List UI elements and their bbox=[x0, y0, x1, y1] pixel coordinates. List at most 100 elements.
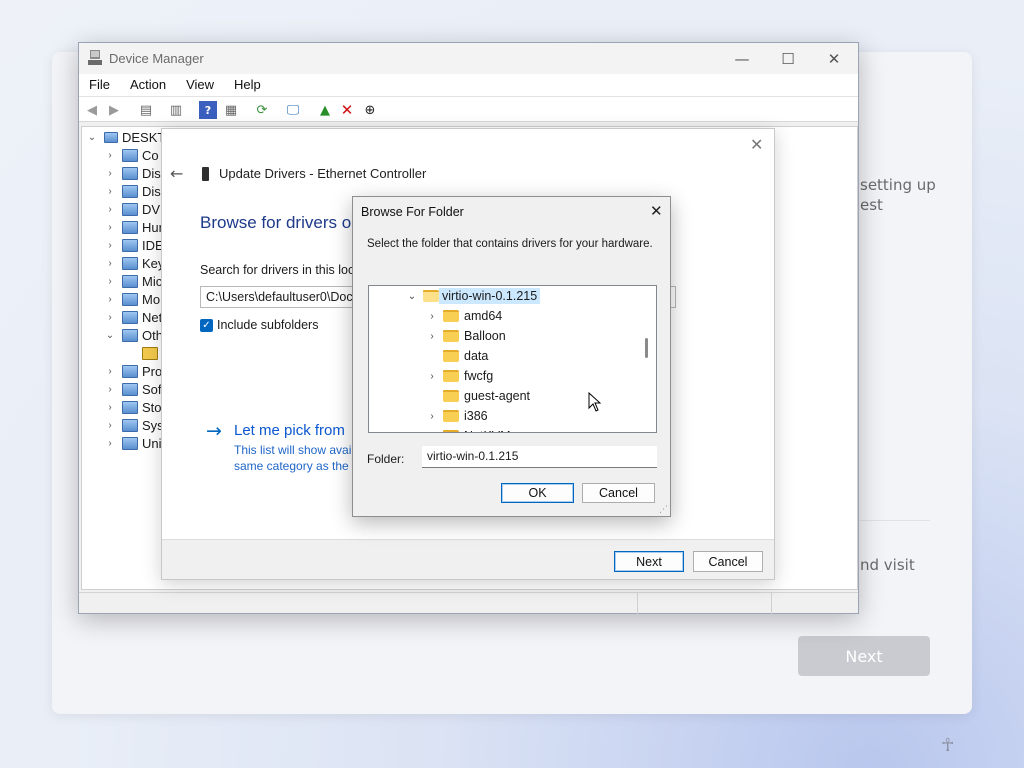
chevron-right-icon[interactable]: › bbox=[104, 186, 116, 197]
chevron-right-icon[interactable]: › bbox=[425, 411, 439, 422]
include-subfolders-checkbox[interactable]: ✓ bbox=[200, 319, 213, 332]
scan-hardware-icon[interactable]: 🖵 bbox=[284, 101, 302, 119]
close-icon[interactable]: ✕ bbox=[750, 135, 763, 154]
menu-bar: File Action View Help bbox=[79, 74, 858, 96]
folder-name: fwcfg bbox=[464, 369, 494, 383]
folder-tree[interactable]: ⌄ virtio-win-0.1.215 › amd64 › Balloon data › fw… bbox=[368, 285, 657, 433]
device-manager-titlebar[interactable]: Device Manager — ☐ ✕ bbox=[79, 43, 858, 74]
folder-item[interactable]: › amd64 bbox=[425, 306, 502, 326]
chevron-right-icon[interactable]: › bbox=[104, 168, 116, 179]
menu-view[interactable]: View bbox=[176, 74, 224, 96]
tree-item[interactable]: › Net bbox=[104, 308, 162, 326]
update-driver-icon[interactable]: ⟳ bbox=[253, 101, 271, 119]
scrollbar-thumb[interactable] bbox=[645, 338, 648, 358]
chevron-right-icon[interactable]: › bbox=[104, 384, 116, 395]
folder-item[interactable]: guest-agent bbox=[425, 386, 530, 406]
close-button[interactable]: ✕ bbox=[811, 43, 857, 74]
menu-help[interactable]: Help bbox=[224, 74, 271, 96]
folder-name: NetKVM bbox=[464, 429, 511, 432]
folder-icon bbox=[443, 350, 459, 362]
properties-icon[interactable]: ▤ bbox=[137, 101, 155, 119]
tree-item[interactable]: ⌄ Oth bbox=[104, 326, 163, 344]
folder-icon bbox=[443, 310, 459, 322]
device-category-icon bbox=[122, 256, 138, 270]
device-category-icon bbox=[122, 202, 138, 216]
folder-item[interactable]: › Balloon bbox=[425, 326, 506, 346]
folder-name: i386 bbox=[464, 409, 488, 423]
folder-item[interactable]: ⌄ virtio-win-0.1.215 bbox=[405, 286, 541, 306]
tree-item-label: Mo bbox=[142, 291, 161, 307]
chevron-right-icon[interactable]: › bbox=[104, 204, 116, 215]
toolbar: ◀ ▶ ▤ ▥ ? ▦ ⟳ 🖵 ▲ ✕ ⊕ bbox=[79, 96, 858, 122]
chevron-right-icon[interactable]: › bbox=[104, 438, 116, 449]
setup-next-button[interactable]: Next bbox=[798, 636, 930, 676]
menu-file[interactable]: File bbox=[79, 74, 120, 96]
tree-item[interactable]: › IDE bbox=[104, 236, 163, 254]
chevron-right-icon[interactable]: › bbox=[104, 312, 116, 323]
tree-item[interactable]: › Disp bbox=[104, 182, 168, 200]
device-category-icon bbox=[142, 346, 158, 360]
arrow-right-icon[interactable]: → bbox=[206, 420, 222, 442]
chevron-right-icon[interactable]: › bbox=[104, 258, 116, 269]
back-icon[interactable]: ◀ bbox=[83, 101, 101, 119]
close-icon[interactable]: ✕ bbox=[650, 202, 663, 220]
tree-item-label: Co bbox=[142, 147, 159, 163]
chevron-right-icon[interactable]: › bbox=[425, 311, 439, 322]
download-icon[interactable]: ⊕ bbox=[361, 101, 379, 119]
chevron-right-icon[interactable]: › bbox=[425, 371, 439, 382]
folder-icon bbox=[423, 290, 439, 302]
chevron-right-icon[interactable]: › bbox=[104, 222, 116, 233]
chevron-right-icon[interactable]: › bbox=[104, 150, 116, 161]
include-subfolders-label[interactable]: Include subfolders bbox=[217, 318, 318, 332]
view-icon[interactable]: ▥ bbox=[167, 101, 185, 119]
minimize-button[interactable]: — bbox=[719, 43, 765, 74]
ok-button[interactable]: OK bbox=[501, 483, 574, 503]
folder-name: Balloon bbox=[464, 329, 506, 343]
folder-item[interactable]: data bbox=[425, 346, 488, 366]
tree-item[interactable]: › Soft bbox=[104, 380, 165, 398]
add-driver-icon[interactable]: ▲ bbox=[316, 101, 334, 119]
status-divider bbox=[637, 593, 638, 614]
folder-input[interactable]: virtio-win-0.1.215 bbox=[422, 446, 657, 468]
chevron-down-icon[interactable]: ⌄ bbox=[86, 132, 98, 143]
back-arrow-icon[interactable]: ← bbox=[170, 164, 183, 183]
tree-item[interactable] bbox=[104, 344, 162, 362]
tree-item[interactable]: › Co bbox=[104, 146, 159, 164]
chevron-right-icon[interactable]: › bbox=[104, 240, 116, 251]
tree-item[interactable]: › Hun bbox=[104, 218, 166, 236]
folder-item[interactable]: › fwcfg bbox=[425, 366, 493, 386]
chevron-down-icon[interactable]: ⌄ bbox=[405, 291, 419, 302]
maximize-button[interactable]: ☐ bbox=[765, 43, 811, 74]
cancel-button[interactable]: Cancel bbox=[693, 551, 763, 572]
uninstall-icon[interactable]: ✕ bbox=[338, 101, 356, 119]
chevron-right-icon[interactable]: › bbox=[104, 294, 116, 305]
folder-item[interactable]: › i386 bbox=[425, 406, 488, 426]
tree-item[interactable]: › Mo bbox=[104, 290, 160, 308]
resize-grip-icon[interactable]: ⋰ bbox=[659, 505, 668, 515]
menu-action[interactable]: Action bbox=[120, 74, 176, 96]
folder-item[interactable]: › NetKVM bbox=[425, 426, 511, 433]
tree-item[interactable]: › DVD bbox=[104, 200, 169, 218]
chevron-right-icon[interactable]: › bbox=[104, 276, 116, 287]
pick-from-list-link[interactable]: Let me pick from bbox=[234, 422, 345, 439]
tree-item[interactable]: › Syst bbox=[104, 416, 167, 434]
tree-item[interactable]: › Disk bbox=[104, 164, 167, 182]
chevron-right-icon[interactable]: › bbox=[425, 431, 439, 433]
accessibility-icon[interactable]: ☥ bbox=[941, 735, 954, 756]
chevron-down-icon[interactable]: ⌄ bbox=[104, 330, 116, 341]
tree-item[interactable]: › Stor bbox=[104, 398, 166, 416]
tree-item[interactable]: › Uni bbox=[104, 434, 161, 452]
chevron-right-icon[interactable]: › bbox=[104, 366, 116, 377]
action-icon[interactable]: ▦ bbox=[222, 101, 240, 119]
folder-name: amd64 bbox=[464, 309, 503, 323]
tree-item[interactable]: › Pro bbox=[104, 362, 162, 380]
cancel-button[interactable]: Cancel bbox=[582, 483, 655, 503]
tree-item[interactable]: › Mic bbox=[104, 272, 162, 290]
chevron-right-icon[interactable]: › bbox=[104, 402, 116, 413]
next-button[interactable]: Next bbox=[614, 551, 684, 572]
help-icon[interactable]: ? bbox=[199, 101, 217, 119]
forward-icon[interactable]: ▶ bbox=[105, 101, 123, 119]
chevron-right-icon[interactable]: › bbox=[425, 331, 439, 342]
tree-item[interactable]: › Key bbox=[104, 254, 164, 272]
chevron-right-icon[interactable]: › bbox=[104, 420, 116, 431]
